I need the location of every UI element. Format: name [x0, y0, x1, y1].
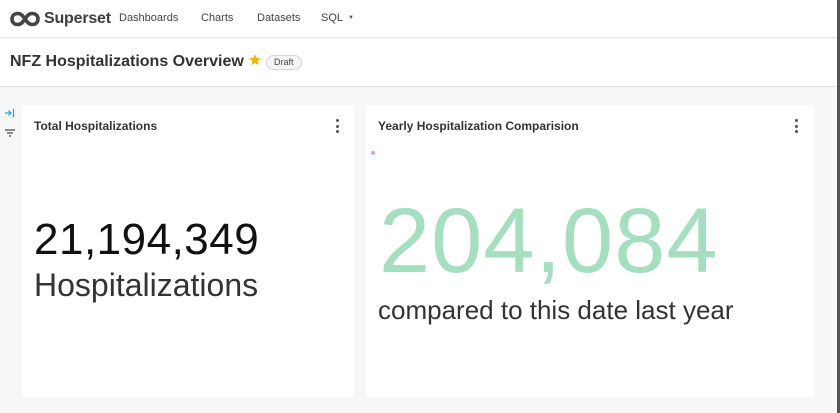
- nav-sql-dropdown[interactable]: SQL ▼: [321, 12, 354, 24]
- chart-card-total-hospitalizations: Total Hospitalizations 21,194,349 Hospit…: [22, 105, 354, 397]
- big-number-subheader: compared to this date last year: [378, 295, 734, 325]
- expand-icon[interactable]: [4, 108, 15, 118]
- status-badge[interactable]: Draft: [266, 55, 302, 70]
- big-number-subheader: Hospitalizations: [34, 267, 259, 303]
- superset-logo[interactable]: Superset: [10, 10, 111, 28]
- caret-down-icon: ▼: [348, 15, 354, 21]
- nav-datasets[interactable]: Datasets: [257, 12, 300, 24]
- big-number-value: 204,084: [379, 190, 719, 292]
- chart-title[interactable]: Yearly Hospitalization Comparision: [378, 119, 579, 133]
- chart-title[interactable]: Total Hospitalizations: [34, 119, 157, 133]
- more-vertical-icon[interactable]: [792, 118, 800, 134]
- dashboard-header: NFZ Hospitalizations Overview Draft: [0, 39, 840, 87]
- top-navbar: Superset Dashboards Charts Datasets SQL …: [0, 0, 840, 38]
- trendline-dot: [371, 151, 375, 155]
- dashboard-title[interactable]: NFZ Hospitalizations Overview: [10, 53, 244, 71]
- chart-card-yearly-comparison: Yearly Hospitalization Comparision 204,0…: [366, 105, 814, 397]
- star-icon[interactable]: [248, 53, 262, 67]
- nav-charts[interactable]: Charts: [201, 12, 233, 24]
- brand-name: Superset: [44, 9, 111, 27]
- nav-sql-label: SQL: [321, 12, 344, 24]
- superset-logo-icon: [10, 11, 40, 26]
- filter-icon[interactable]: [4, 128, 16, 138]
- nav-dashboards[interactable]: Dashboards: [119, 12, 178, 24]
- more-vertical-icon[interactable]: [333, 118, 341, 134]
- big-number-value: 21,194,349: [34, 215, 260, 264]
